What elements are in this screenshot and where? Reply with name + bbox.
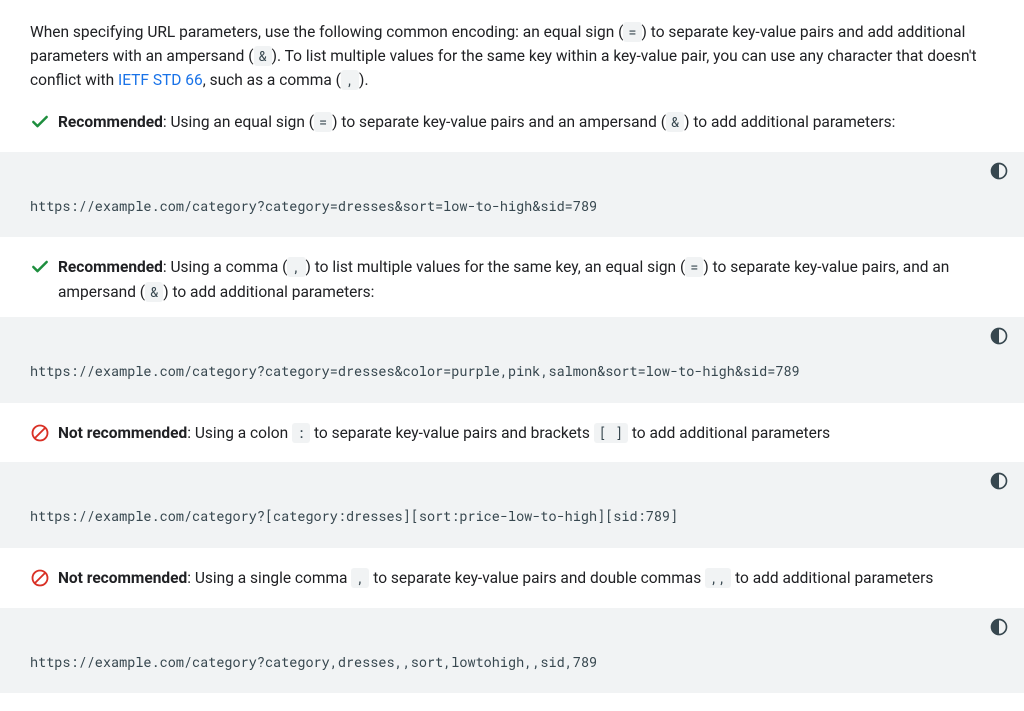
inline-code: :: [292, 423, 310, 443]
inline-code: ,: [287, 257, 305, 277]
inline-code: =: [685, 257, 703, 277]
recommendation-text: Not recommended: Using a colon : to sepa…: [58, 421, 994, 446]
recommendation-row: Recommended: Using an equal sign (=) to …: [30, 110, 994, 144]
inline-code-ampersand: &: [254, 46, 272, 66]
code-block: https://example.com/category?category,dr…: [0, 608, 1024, 694]
code-sample: https://example.com/category?category=dr…: [30, 180, 994, 218]
recommendation-label: Not recommended: [58, 569, 187, 587]
recommendation-row: Not recommended: Using a single comma , …: [30, 566, 994, 600]
recommendation-label: Recommended: [58, 113, 163, 131]
inline-code: [ ]: [594, 423, 628, 443]
recommendation-text: Not recommended: Using a single comma , …: [58, 566, 994, 591]
inline-code: &: [145, 282, 163, 302]
code-sample: https://example.com/category?[category:d…: [30, 490, 994, 528]
intro-text: ).: [359, 71, 368, 89]
recommendation-row: Not recommended: Using a colon : to sepa…: [30, 421, 994, 455]
code-block: https://example.com/category?category=dr…: [0, 152, 1024, 238]
intro-text: When specifying URL parameters, use the …: [30, 23, 623, 41]
recommendation-text: Recommended: Using a comma (,) to list m…: [58, 255, 994, 305]
intro-text: , such as a comma (: [203, 71, 341, 89]
theme-toggle-button[interactable]: [988, 470, 1010, 492]
recommendation-text: Recommended: Using an equal sign (=) to …: [58, 110, 994, 135]
check-icon: [30, 112, 50, 140]
intro-paragraph: When specifying URL parameters, use the …: [30, 20, 994, 92]
prohibit-icon: [30, 423, 50, 451]
theme-toggle-button[interactable]: [988, 160, 1010, 182]
inline-code: =: [314, 112, 332, 132]
inline-code-equals: =: [623, 22, 641, 42]
recommendation-label: Not recommended: [58, 424, 187, 442]
ietf-link[interactable]: IETF STD 66: [118, 71, 203, 89]
code-sample: https://example.com/category?category,dr…: [30, 636, 994, 674]
check-icon: [30, 257, 50, 285]
theme-toggle-button[interactable]: [988, 325, 1010, 347]
recommendation-row: Recommended: Using a comma (,) to list m…: [30, 255, 994, 309]
inline-code-comma: ,: [341, 70, 359, 90]
recommendation-label: Recommended: [58, 258, 163, 276]
inline-code: &: [666, 112, 684, 132]
inline-code: ,: [351, 568, 369, 588]
theme-toggle-button[interactable]: [988, 616, 1010, 638]
inline-code: ,,: [705, 568, 731, 588]
code-block: https://example.com/category?category=dr…: [0, 317, 1024, 403]
code-block: https://example.com/category?[category:d…: [0, 462, 1024, 548]
code-sample: https://example.com/category?category=dr…: [30, 345, 994, 383]
prohibit-icon: [30, 568, 50, 596]
